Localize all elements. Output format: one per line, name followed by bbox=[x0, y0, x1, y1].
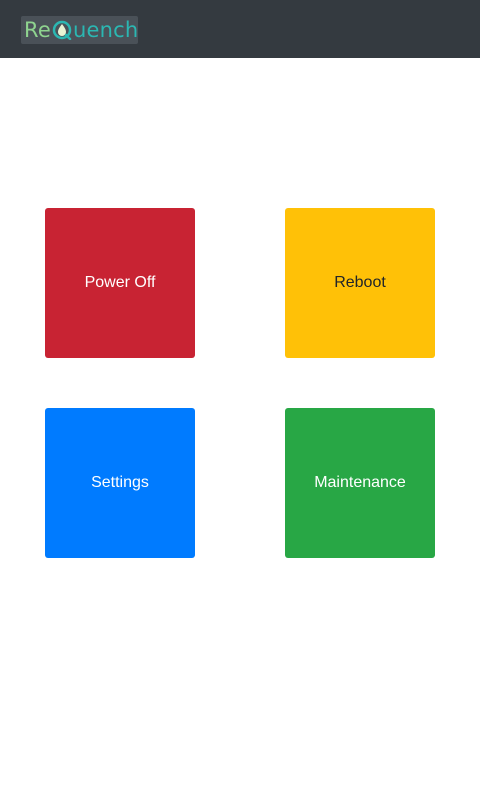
maintenance-label: Maintenance bbox=[314, 474, 406, 491]
power-off-label: Power Off bbox=[84, 274, 156, 291]
power-off-button[interactable]: Power Off bbox=[45, 208, 195, 358]
reboot-button[interactable]: Reboot bbox=[285, 208, 435, 358]
logo-text-suffix: uench bbox=[72, 18, 139, 42]
settings-label: Settings bbox=[91, 474, 149, 491]
reboot-label: Reboot bbox=[334, 274, 386, 291]
logo-text-prefix: Re bbox=[24, 18, 51, 42]
top-navbar: Re uench bbox=[0, 0, 480, 58]
settings-button[interactable]: Settings bbox=[45, 408, 195, 558]
requench-logo[interactable]: Re uench bbox=[21, 16, 138, 44]
maintenance-button[interactable]: Maintenance bbox=[285, 408, 435, 558]
logo-droplet-icon bbox=[52, 20, 72, 40]
